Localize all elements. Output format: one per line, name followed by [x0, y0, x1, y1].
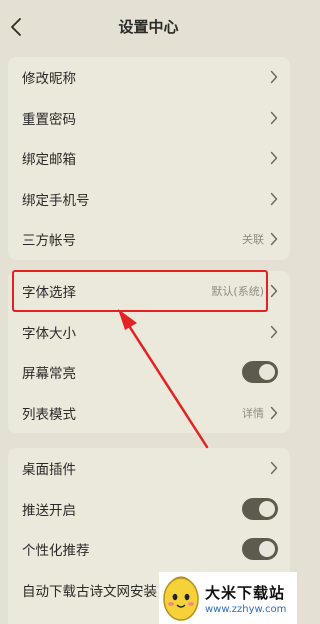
- row-value: 详情: [242, 406, 264, 420]
- chevron-right-icon: [270, 406, 278, 420]
- row-label: 个性化推荐: [22, 543, 90, 560]
- account-settings-card: 修改昵称 重置密码 绑定邮箱 绑定手机号 三方帐号 关联: [8, 57, 290, 260]
- personalized-toggle[interactable]: [242, 538, 278, 561]
- chevron-right-icon: [270, 192, 278, 206]
- row-label: 推送开启: [22, 502, 76, 519]
- chevron-right-icon: [270, 111, 278, 125]
- chevron-right-icon: [270, 151, 278, 165]
- chevron-right-icon: [270, 232, 278, 246]
- toggle-knob: [259, 364, 275, 381]
- display-settings-card: 字体选择 默认(系统) 字体大小 屏幕常亮 列表模式 详情: [8, 271, 290, 433]
- screen-on-toggle[interactable]: [242, 361, 278, 384]
- rice-mascot-logo: [159, 572, 203, 624]
- chevron-right-icon: [270, 461, 278, 475]
- row-value: 默认(系统): [211, 285, 264, 299]
- row-label: 修改昵称: [22, 71, 76, 88]
- settings-row-desktop-widget[interactable]: 桌面插件: [8, 448, 290, 489]
- row-label: 列表模式: [22, 406, 76, 423]
- settings-row-reset-password[interactable]: 重置密码: [8, 98, 290, 139]
- settings-row-bind-email[interactable]: 绑定邮箱: [8, 138, 290, 179]
- settings-row-third-party[interactable]: 三方帐号 关联: [8, 219, 290, 260]
- settings-row-font-size[interactable]: 字体大小: [8, 312, 290, 353]
- settings-row-screen-on: 屏幕常亮: [8, 352, 290, 393]
- watermark: 大米下载站 www.zzhyw.com: [159, 572, 297, 624]
- chevron-right-icon: [270, 70, 278, 84]
- settings-row-font-select[interactable]: 字体选择 默认(系统): [8, 271, 290, 312]
- row-label: 屏幕常亮: [22, 366, 76, 383]
- header-bar: 设置中心: [0, 0, 297, 54]
- chevron-right-icon: [270, 325, 278, 339]
- row-value: 关联: [242, 233, 264, 247]
- row-label: 字体大小: [22, 325, 76, 342]
- row-label: 三方帐号: [22, 233, 76, 250]
- row-label: 桌面插件: [22, 462, 76, 479]
- row-label: 重置密码: [22, 111, 76, 128]
- settings-row-list-mode[interactable]: 列表模式 详情: [8, 393, 290, 434]
- settings-row-push: 推送开启: [8, 489, 290, 530]
- settings-row-bind-phone[interactable]: 绑定手机号: [8, 179, 290, 220]
- settings-row-personalized: 个性化推荐: [8, 529, 290, 570]
- watermark-url: www.zzhyw.com: [205, 603, 287, 615]
- settings-row-nickname[interactable]: 修改昵称: [8, 57, 290, 98]
- toggle-knob: [259, 500, 275, 517]
- row-label: 绑定手机号: [22, 192, 90, 209]
- watermark-title: 大米下载站: [205, 583, 286, 602]
- page-title: 设置中心: [118, 18, 179, 36]
- push-toggle[interactable]: [242, 497, 278, 520]
- chevron-right-icon: [270, 284, 278, 298]
- row-label: 绑定邮箱: [22, 152, 76, 169]
- row-label: 字体选择: [22, 285, 76, 302]
- toggle-knob: [259, 541, 275, 558]
